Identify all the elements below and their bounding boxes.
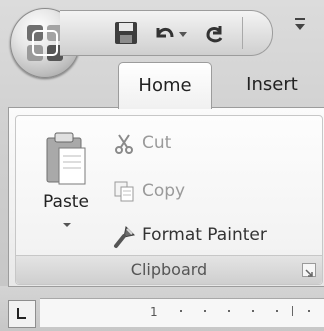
ruler-tick <box>252 310 254 312</box>
redo-button[interactable] <box>200 19 228 47</box>
chevron-down-icon <box>179 32 187 37</box>
ruler-tick <box>308 310 310 312</box>
tab-home[interactable]: Home <box>118 62 212 109</box>
undo-icon <box>156 27 174 38</box>
quick-access-toolbar <box>60 10 273 56</box>
customize-icon <box>295 18 305 30</box>
redo-icon <box>206 26 223 43</box>
dialog-launcher-button[interactable] <box>302 263 316 277</box>
ruler-tick <box>180 310 182 312</box>
paintbrush-icon <box>114 225 136 248</box>
chevron-down-icon <box>63 223 71 227</box>
horizontal-ruler[interactable]: 1 <box>40 298 324 327</box>
clipboard-group: Paste Cut Copy Format Painter Clipboard <box>15 115 323 285</box>
dialog-launcher-icon <box>305 269 313 277</box>
tab-stop-icon <box>17 308 26 319</box>
tab-selector-button[interactable] <box>8 300 36 328</box>
scissors-icon <box>115 134 133 154</box>
format-painter-label: Format Painter <box>142 225 267 245</box>
copy-icon <box>114 181 134 202</box>
save-icon <box>115 22 137 44</box>
office-logo-icon <box>27 25 63 61</box>
cut-label: Cut <box>142 133 172 153</box>
undo-dropdown[interactable] <box>176 19 190 47</box>
copy-label: Copy <box>142 181 186 201</box>
paste-label: Paste <box>43 192 89 212</box>
group-title: Clipboard <box>130 260 208 279</box>
ribbon-panel: Paste Cut Copy Format Painter Clipboard <box>8 107 324 287</box>
toolbar-separator <box>242 17 243 49</box>
paste-button[interactable]: Paste <box>36 130 96 250</box>
undo-button[interactable] <box>150 19 178 47</box>
save-button[interactable] <box>112 19 140 47</box>
clipboard-group-footer: Clipboard <box>16 255 322 284</box>
tab-insert[interactable]: Insert <box>232 62 312 108</box>
clipboard-paste-icon <box>46 132 86 185</box>
customize-toolbar-button[interactable] <box>292 14 308 38</box>
ruler-tick <box>228 310 230 312</box>
ruler-tick <box>276 310 278 312</box>
ruler-tick <box>292 306 293 316</box>
ruler-number: 1 <box>150 305 158 319</box>
ruler-tick <box>204 310 206 312</box>
